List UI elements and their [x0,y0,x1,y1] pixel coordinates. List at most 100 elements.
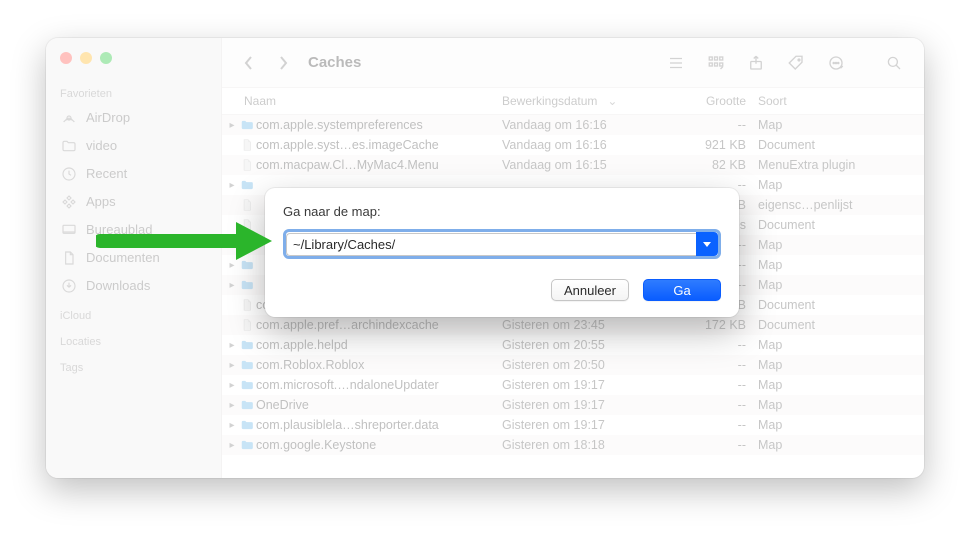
file-kind: Document [758,138,924,152]
sidebar-item-label: AirDrop [86,108,130,128]
sidebar-item-airdrop[interactable]: AirDrop [46,104,221,132]
share-button[interactable] [740,49,772,77]
file-kind: Map [758,358,924,372]
folder-icon [238,278,256,292]
path-field-wrap [283,229,721,259]
file-kind: MenuExtra plugin [758,158,924,172]
file-date: Gisteren om 19:17 [502,418,682,432]
file-size: -- [682,118,758,132]
sidebar-heading-icloud: iCloud [46,300,221,326]
disclosure-triangle-icon[interactable]: ▸ [226,360,238,371]
history-dropdown-button[interactable] [696,232,718,256]
sidebar-item-recent[interactable]: Recent [46,160,221,188]
column-header-name[interactable]: Naam [244,94,502,108]
disclosure-triangle-icon[interactable]: ▸ [226,180,238,191]
file-name: com.apple.pref…archindexcache [256,318,502,332]
table-row[interactable]: ▸ com.Roblox.RobloxGisteren om 20:50--Map [222,355,924,375]
path-input[interactable] [286,233,696,256]
file-date: Vandaag om 16:16 [502,138,682,152]
file-date: Vandaag om 16:16 [502,118,682,132]
table-row[interactable]: com.apple.syst…es.imageCacheVandaag om 1… [222,135,924,155]
sidebar-heading-locations: Locaties [46,326,221,352]
sidebar-heading-tags: Tags [46,352,221,378]
action-menu-button[interactable] [820,49,852,77]
folder-icon [238,358,256,372]
search-button[interactable] [878,49,910,77]
table-row[interactable]: ▸com.microsoft.…ndaloneUpdaterGisteren o… [222,375,924,395]
folder-icon [238,258,256,272]
file-kind: Document [758,298,924,312]
table-row[interactable]: ▸com.plausiblela…shreporter.dataGisteren… [222,415,924,435]
sidebar-item-label: Bureaublad [86,220,153,240]
table-row[interactable]: ▸com.google.KeystoneGisteren om 18:18--M… [222,435,924,455]
window-title: Caches [308,54,361,71]
clock-icon [60,165,78,183]
folder-icon [238,398,256,412]
file-size: 82 KB [682,158,758,172]
sidebar-item-apps[interactable]: Apps [46,188,221,216]
file-kind: Map [758,258,924,272]
disclosure-triangle-icon[interactable]: ▸ [226,260,238,271]
file-date: Gisteren om 19:17 [502,398,682,412]
file-name: com.microsoft.…ndaloneUpdater [256,378,502,392]
file-kind: Map [758,238,924,252]
table-row[interactable]: ▸OneDriveGisteren om 19:17--Map [222,395,924,415]
disclosure-triangle-icon[interactable]: ▸ [226,240,238,251]
toolbar: Caches [222,38,924,88]
disclosure-triangle-icon[interactable]: ▸ [226,380,238,391]
file-date: Gisteren om 20:50 [502,358,682,372]
sidebar-heading-favorites: Favorieten [46,78,221,104]
document-icon [238,218,256,232]
file-kind: Map [758,378,924,392]
file-size: -- [682,358,758,372]
zoom-window-button[interactable] [100,52,112,64]
document-icon [238,318,256,332]
sort-indicator-icon: ⌄ [607,94,617,108]
column-header-date[interactable]: Bewerkingsdatum⌄ [502,94,682,108]
sidebar-item-downloads[interactable]: Downloads [46,272,221,300]
disclosure-triangle-icon[interactable]: ▸ [226,400,238,411]
file-kind: Map [758,178,924,192]
table-row[interactable]: com.macpaw.Cl…MyMac4.MenuVandaag om 16:1… [222,155,924,175]
file-name: com.apple.helpd [256,338,502,352]
close-window-button[interactable] [60,52,72,64]
go-button[interactable]: Ga [643,279,721,301]
dialog-label: Ga naar de map: [283,204,721,219]
sidebar-item-label: Downloads [86,276,150,296]
folder-icon [238,418,256,432]
back-button[interactable] [236,49,262,77]
disclosure-triangle-icon[interactable]: ▸ [226,280,238,291]
file-kind: Map [758,118,924,132]
file-name: com.macpaw.Cl…MyMac4.Menu [256,158,502,172]
document-icon [60,249,78,267]
group-by-button[interactable] [700,49,732,77]
file-name: com.Roblox.Roblox [256,358,502,372]
sidebar-item-desktop[interactable]: Bureaublad [46,216,221,244]
minimize-window-button[interactable] [80,52,92,64]
table-row[interactable]: com.apple.pref…archindexcacheGisteren om… [222,315,924,335]
folder-icon [238,438,256,452]
sidebar-item-video[interactable]: video [46,132,221,160]
document-icon [238,298,256,312]
sidebar-item-documents[interactable]: Documenten [46,244,221,272]
airdrop-icon [60,109,78,127]
forward-button[interactable] [270,49,296,77]
column-header-size[interactable]: Grootte [682,94,758,108]
document-icon [238,138,256,152]
file-kind: Map [758,398,924,412]
disclosure-triangle-icon[interactable]: ▸ [226,440,238,451]
table-row[interactable]: ▸com.apple.helpdGisteren om 20:55--Map [222,335,924,355]
tag-button[interactable] [780,49,812,77]
column-header-kind[interactable]: Soort [758,94,924,108]
file-kind: Document [758,218,924,232]
cancel-button[interactable]: Annuleer [551,279,629,301]
disclosure-triangle-icon[interactable]: ▸ [226,120,238,131]
file-kind: Map [758,438,924,452]
disclosure-triangle-icon[interactable]: ▸ [226,420,238,431]
file-size: -- [682,398,758,412]
document-icon [238,158,256,172]
apps-icon [60,193,78,211]
disclosure-triangle-icon[interactable]: ▸ [226,340,238,351]
view-list-button[interactable] [660,49,692,77]
table-row[interactable]: ▸com.apple.systempreferencesVandaag om 1… [222,115,924,135]
